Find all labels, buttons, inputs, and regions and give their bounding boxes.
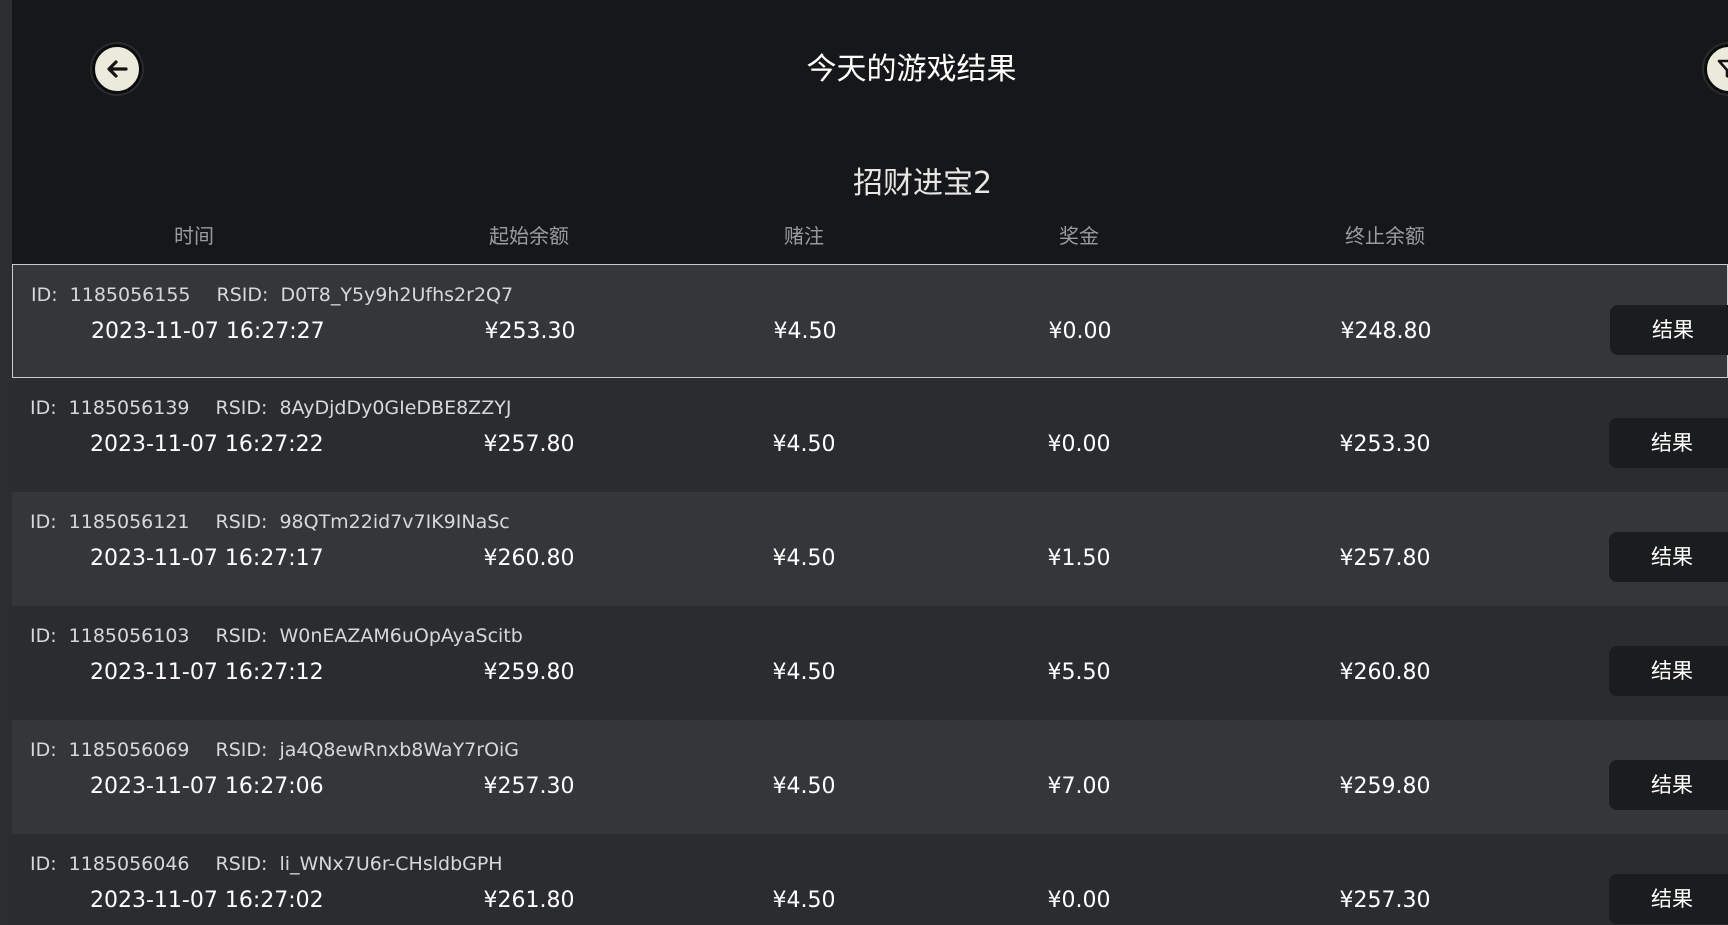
- table-row[interactable]: ID: 1185056069 RSID: ja4Q8ewRnxb8WaY7rOiG 20…: [12, 720, 1728, 834]
- row-win: ¥0.00: [1048, 319, 1112, 344]
- result-button[interactable]: 结果: [1610, 305, 1728, 355]
- rsid-label: RSID:: [215, 853, 268, 875]
- row-bet: ¥4.50: [772, 660, 836, 685]
- row-end-balance: ¥260.80: [1339, 660, 1431, 685]
- column-header-win: 奖金: [1059, 224, 1099, 248]
- row-bet: ¥4.50: [773, 319, 837, 344]
- row-id: 1185056103: [68, 625, 190, 647]
- id-label: ID:: [31, 284, 58, 306]
- row-win: ¥0.00: [1047, 432, 1111, 457]
- result-button[interactable]: 结果: [1609, 646, 1728, 696]
- result-button[interactable]: 结果: [1609, 874, 1728, 924]
- row-end-balance: ¥257.30: [1339, 888, 1431, 913]
- row-win: ¥1.50: [1047, 546, 1111, 571]
- game-title: 招财进宝2: [852, 166, 993, 201]
- result-button[interactable]: 结果: [1609, 418, 1728, 468]
- table-row[interactable]: ID: 1185056139 RSID: 8AyDjdDy0GIeDBE8ZZYJ 20…: [12, 378, 1728, 492]
- row-start-balance: ¥259.80: [483, 660, 575, 685]
- row-win: ¥5.50: [1047, 660, 1111, 685]
- row-bet: ¥4.50: [772, 774, 836, 799]
- rsid-label: RSID:: [215, 397, 268, 419]
- id-label: ID:: [30, 739, 57, 761]
- table-row[interactable]: ID: 1185056046 RSID: li_WNx7U6r-CHsldbGPH 20…: [12, 834, 1728, 925]
- row-time: 2023-11-07 16:27:22: [90, 432, 324, 457]
- row-time: 2023-11-07 16:27:27: [91, 319, 325, 344]
- row-end-balance: ¥248.80: [1340, 319, 1432, 344]
- id-label: ID:: [30, 397, 57, 419]
- result-button[interactable]: 结果: [1609, 532, 1728, 582]
- row-end-balance: ¥257.80: [1339, 546, 1431, 571]
- game-results-page: 今天的游戏结果 招财进宝2 时间 起始余额 赌注 奖金 终止余额 ID: 1185…: [0, 0, 1728, 925]
- row-time: 2023-11-07 16:27:17: [90, 546, 324, 571]
- row-id: 1185056046: [68, 853, 190, 875]
- row-meta: ID: 1185056103 RSID: W0nEAZAM6uOpAyaScitb: [30, 623, 549, 649]
- row-rsid: 8AyDjdDy0GIeDBE8ZZYJ: [279, 397, 512, 419]
- row-end-balance: ¥259.80: [1339, 774, 1431, 799]
- row-win: ¥0.00: [1047, 888, 1111, 913]
- id-label: ID:: [30, 853, 57, 875]
- row-rsid: li_WNx7U6r-CHsldbGPH: [279, 853, 503, 875]
- result-button[interactable]: 结果: [1609, 760, 1728, 810]
- table-row[interactable]: ID: 1185056121 RSID: 98QTm22id7v7IK9INaSc 20…: [12, 492, 1728, 606]
- row-end-balance: ¥253.30: [1339, 432, 1431, 457]
- row-time: 2023-11-07 16:27:02: [90, 888, 324, 913]
- rsid-label: RSID:: [215, 739, 268, 761]
- column-header-start-balance: 起始余额: [489, 224, 569, 248]
- column-header-end-balance: 终止余额: [1345, 224, 1425, 248]
- row-time: 2023-11-07 16:27:12: [90, 660, 324, 685]
- rsid-label: RSID:: [215, 511, 268, 533]
- row-bet: ¥4.50: [772, 546, 836, 571]
- row-start-balance: ¥261.80: [483, 888, 575, 913]
- results-list: ID: 1185056155 RSID: D0T8_Y5y9h2Ufhs2r2Q7 20…: [12, 264, 1728, 925]
- row-start-balance: ¥257.80: [483, 432, 575, 457]
- column-header-bet: 赌注: [784, 224, 824, 248]
- rsid-label: RSID:: [215, 625, 268, 647]
- row-bet: ¥4.50: [772, 888, 836, 913]
- row-id: 1185056139: [68, 397, 190, 419]
- row-id: 1185056121: [68, 511, 190, 533]
- left-edge-strip: [0, 0, 12, 925]
- id-label: ID:: [30, 511, 57, 533]
- row-meta: ID: 1185056155 RSID: D0T8_Y5y9h2Ufhs2r2Q7: [31, 282, 539, 308]
- row-win: ¥7.00: [1047, 774, 1111, 799]
- row-start-balance: ¥253.30: [484, 319, 576, 344]
- row-id: 1185056069: [68, 739, 190, 761]
- id-label: ID:: [30, 625, 57, 647]
- row-rsid: 98QTm22id7v7IK9INaSc: [279, 511, 510, 533]
- row-start-balance: ¥257.30: [483, 774, 575, 799]
- row-time: 2023-11-07 16:27:06: [90, 774, 324, 799]
- row-rsid: W0nEAZAM6uOpAyaScitb: [279, 625, 523, 647]
- row-meta: ID: 1185056046 RSID: li_WNx7U6r-CHsldbGPH: [30, 851, 529, 877]
- table-row[interactable]: ID: 1185056155 RSID: D0T8_Y5y9h2Ufhs2r2Q7 20…: [12, 264, 1728, 378]
- rsid-label: RSID:: [216, 284, 269, 306]
- row-start-balance: ¥260.80: [483, 546, 575, 571]
- row-bet: ¥4.50: [772, 432, 836, 457]
- row-rsid: ja4Q8ewRnxb8WaY7rOiG: [279, 739, 520, 761]
- row-meta: ID: 1185056069 RSID: ja4Q8ewRnxb8WaY7rOiG: [30, 737, 545, 763]
- table-row[interactable]: ID: 1185056103 RSID: W0nEAZAM6uOpAyaScitb 20…: [12, 606, 1728, 720]
- row-meta: ID: 1185056121 RSID: 98QTm22id7v7IK9INaSc: [30, 509, 536, 535]
- row-rsid: D0T8_Y5y9h2Ufhs2r2Q7: [280, 284, 514, 306]
- row-meta: ID: 1185056139 RSID: 8AyDjdDy0GIeDBE8ZZYJ: [30, 395, 537, 421]
- page-title: 今天的游戏结果: [806, 52, 1017, 87]
- column-header-time: 时间: [174, 224, 214, 248]
- row-id: 1185056155: [69, 284, 191, 306]
